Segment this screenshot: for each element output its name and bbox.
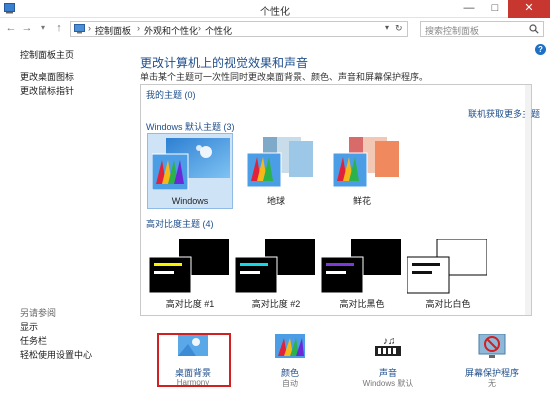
sidebar-link-control-panel-home[interactable]: 控制面板主页: [20, 48, 74, 61]
theme-flowers[interactable]: 鲜花: [319, 133, 405, 209]
color-setting[interactable]: 颜色 自动: [250, 330, 330, 390]
maximize-button[interactable]: □: [482, 0, 508, 18]
sound-value: Windows 默认: [362, 379, 414, 388]
breadcrumb-control-panel[interactable]: 控制面板: [95, 24, 131, 37]
color-icon: [275, 334, 305, 358]
high-contrast-themes-heading[interactable]: 高对比度主题 (4): [146, 217, 214, 230]
default-themes-heading[interactable]: Windows 默认主题 (3): [146, 120, 235, 133]
theme-high-contrast-1-label: 高对比度 #1: [165, 299, 215, 309]
highlight-box: [157, 333, 231, 387]
theme-high-contrast-2[interactable]: 高对比度 #2: [233, 235, 319, 311]
theme-earth[interactable]: 地球: [233, 133, 319, 209]
search-input[interactable]: 搜索控制面板: [425, 24, 479, 37]
sound-setting[interactable]: ♪♫ 声音 Windows 默认: [348, 330, 428, 390]
recent-pages-chevron-icon[interactable]: ▾: [36, 21, 50, 35]
breadcrumb-personalization[interactable]: 个性化: [205, 24, 232, 37]
sidebar-link-change-mouse-pointer[interactable]: 更改鼠标指针: [20, 84, 74, 97]
control-panel-icon: [74, 24, 85, 34]
theme-high-contrast-2-label: 高对比度 #2: [251, 299, 301, 309]
screensaver-value: 无: [488, 379, 496, 388]
search-icon[interactable]: [529, 24, 539, 34]
earth-theme-preview: [246, 137, 313, 188]
screensaver-setting[interactable]: 屏幕保护程序 无: [452, 330, 532, 390]
high-contrast-1-preview: [149, 239, 229, 294]
address-dropdown-icon[interactable]: ▾: [385, 23, 389, 32]
help-icon[interactable]: ?: [535, 44, 546, 55]
high-contrast-white-preview: [407, 239, 487, 294]
see-also-link-taskbar[interactable]: 任务栏: [20, 334, 47, 347]
page-title: 更改计算机上的视觉效果和声音: [140, 56, 309, 70]
theme-high-contrast-black-label: 高对比黑色: [339, 299, 385, 309]
themes-panel: 我的主题 (0) 联机获取更多主题 Windows 默认主题 (3) Windo…: [140, 84, 540, 316]
see-also-link-ease-of-access[interactable]: 轻松使用设置中心: [20, 348, 92, 361]
minimize-button[interactable]: —: [456, 0, 482, 18]
navigation-bar: ← → ▾ ↑ › 控制面板 › 外观和个性化 › 个性化 ▾ ↻ 搜索控制面板: [0, 18, 550, 40]
theme-high-contrast-white-label: 高对比白色: [425, 299, 471, 309]
theme-flowers-label: 鲜花: [352, 196, 371, 206]
breadcrumb-appearance[interactable]: 外观和个性化: [144, 24, 198, 37]
color-value: 自动: [282, 379, 298, 388]
windows-theme-preview: [152, 138, 230, 190]
sidebar-link-change-desktop-icons[interactable]: 更改桌面图标: [20, 70, 74, 83]
refresh-icon[interactable]: ↻: [395, 23, 403, 34]
breadcrumb-separator-icon: ›: [88, 23, 91, 33]
theme-windows-label: Windows: [171, 196, 209, 206]
left-sidebar: 控制面板主页 更改桌面图标 更改鼠标指针 另请参阅 显示 任务栏 轻松使用设置中…: [0, 40, 128, 400]
theme-high-contrast-black[interactable]: 高对比黑色: [319, 235, 405, 311]
address-bar[interactable]: › 控制面板 › 外观和个性化 › 个性化 ▾ ↻: [70, 21, 408, 37]
breadcrumb-separator-icon: ›: [137, 23, 140, 33]
up-arrow-icon[interactable]: ↑: [52, 21, 66, 35]
close-button[interactable]: ✕: [508, 0, 550, 18]
theme-high-contrast-1[interactable]: 高对比度 #1: [147, 235, 233, 311]
sound-icon: ♪♫: [375, 336, 401, 356]
theme-windows[interactable]: Windows: [147, 133, 233, 209]
theme-earth-label: 地球: [266, 196, 285, 206]
back-arrow-icon[interactable]: ←: [4, 21, 18, 35]
themes-scrollbar[interactable]: [525, 85, 531, 315]
forward-arrow-icon[interactable]: →: [20, 21, 34, 35]
my-themes-heading[interactable]: 我的主题 (0): [146, 88, 196, 101]
flowers-theme-preview: [332, 137, 399, 188]
high-contrast-2-preview: [235, 239, 315, 294]
breadcrumb-separator-icon: ›: [198, 23, 201, 33]
page-description: 单击某个主题可一次性同时更改桌面背景、颜色、声音和屏幕保护程序。: [140, 72, 429, 82]
search-box[interactable]: 搜索控制面板: [420, 21, 544, 37]
screensaver-icon: [478, 334, 506, 358]
svg-text:♪♫: ♪♫: [383, 336, 396, 347]
high-contrast-black-preview: [321, 239, 401, 294]
see-also-link-display[interactable]: 显示: [20, 320, 38, 333]
theme-high-contrast-white[interactable]: 高对比白色: [405, 235, 491, 311]
see-also-heading: 另请参阅: [20, 308, 57, 318]
title-bar: 个性化 — □ ✕: [0, 0, 550, 18]
